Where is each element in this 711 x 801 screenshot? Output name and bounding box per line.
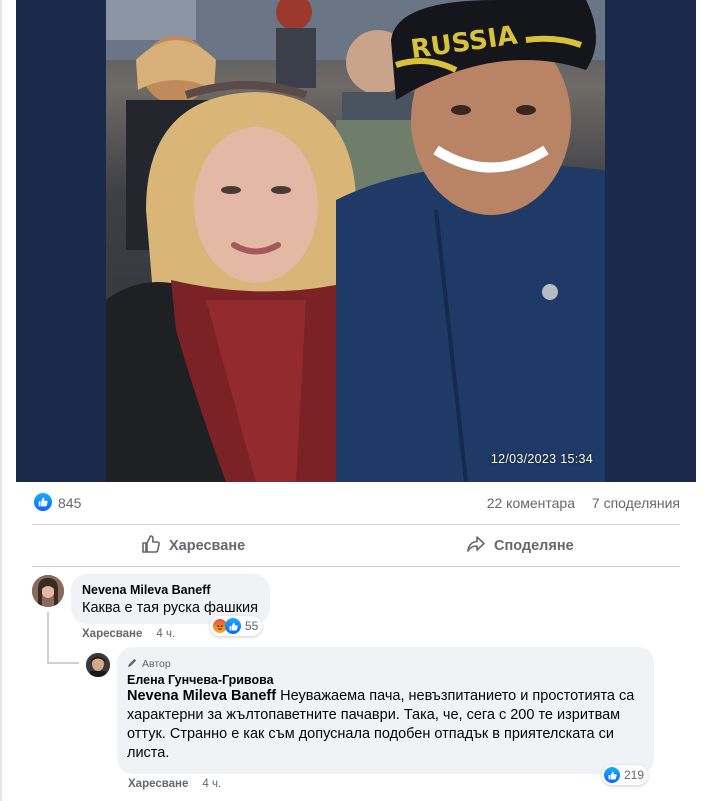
- post-card: RUSSIA 12/03/2023 15:34 845 22 коментара…: [0, 0, 711, 801]
- reply-reaction-count: 219: [624, 768, 645, 782]
- feed-edge: [0, 0, 2, 801]
- author-avatar[interactable]: [86, 653, 110, 677]
- reaction-count[interactable]: 845: [58, 495, 81, 511]
- like-button[interactable]: Харесване: [141, 531, 245, 561]
- post-stats: 845 22 коментара 7 споделяния: [32, 490, 680, 516]
- actions-divider: [32, 566, 680, 567]
- reply-text: Nevena Mileva Baneff Неуважаема пача, не…: [127, 687, 647, 763]
- reply-reactions[interactable]: 219: [602, 765, 649, 785]
- selfie-illustration: RUSSIA: [106, 0, 605, 482]
- shares-count[interactable]: 7 споделяния: [592, 495, 680, 511]
- photo-timestamp: 12/03/2023 15:34: [490, 452, 593, 466]
- reply-author[interactable]: Елена Гунчева-Гривова: [127, 673, 274, 687]
- share-arrow-icon: [466, 534, 486, 558]
- comment-like-link[interactable]: Харесване: [82, 628, 142, 640]
- author-badge-label: Автор: [142, 658, 171, 670]
- photo-content: RUSSIA 12/03/2023 15:34: [106, 0, 605, 482]
- post-photo[interactable]: RUSSIA 12/03/2023 15:34: [16, 0, 696, 482]
- reply-meta: Харесване 4 ч.: [128, 778, 221, 790]
- reply-mention[interactable]: Nevena Mileva Baneff: [127, 688, 276, 704]
- like-reaction-icon: [225, 618, 241, 634]
- comment-time[interactable]: 4 ч.: [156, 628, 175, 640]
- share-button[interactable]: Споделяне: [466, 531, 574, 561]
- comment-author[interactable]: Nevena Mileva Baneff: [82, 583, 211, 597]
- like-reaction-icon: [604, 767, 620, 783]
- comment-meta: Харесване 4 ч.: [82, 628, 175, 640]
- thumbs-up-icon: [141, 534, 161, 558]
- author-badge: Автор: [127, 655, 171, 673]
- comment-reaction-count: 55: [245, 619, 259, 633]
- reply-bubble: Автор Елена Гунчева-Гривова Nevena Milev…: [117, 647, 654, 774]
- like-button-label: Харесване: [169, 538, 246, 554]
- thread-line: [47, 612, 49, 664]
- thread-line-branch: [47, 662, 79, 664]
- reply-like-link[interactable]: Харесване: [128, 778, 188, 790]
- comments-count[interactable]: 22 коментара: [487, 495, 575, 511]
- reply-time[interactable]: 4 ч.: [202, 778, 221, 790]
- stats-divider: [32, 524, 680, 525]
- share-button-label: Споделяне: [494, 538, 574, 554]
- comment-reactions[interactable]: 55: [210, 616, 263, 636]
- like-reaction-icon[interactable]: [34, 493, 52, 511]
- pen-icon: [127, 655, 138, 673]
- commenter-avatar[interactable]: [32, 575, 64, 607]
